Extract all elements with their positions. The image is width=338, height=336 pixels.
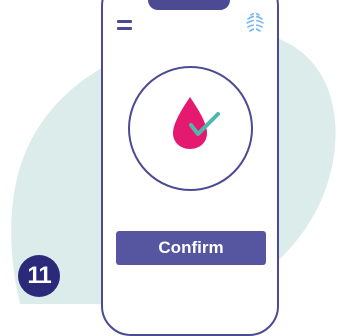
step-number-badge: 11 <box>18 255 60 297</box>
phone-notch <box>148 0 230 10</box>
hamburger-menu-icon[interactable] <box>117 18 133 32</box>
fingerprint-logo-icon <box>246 12 264 33</box>
confirm-button[interactable]: Confirm <box>116 231 266 265</box>
blood-drop-check-icon <box>128 66 253 191</box>
